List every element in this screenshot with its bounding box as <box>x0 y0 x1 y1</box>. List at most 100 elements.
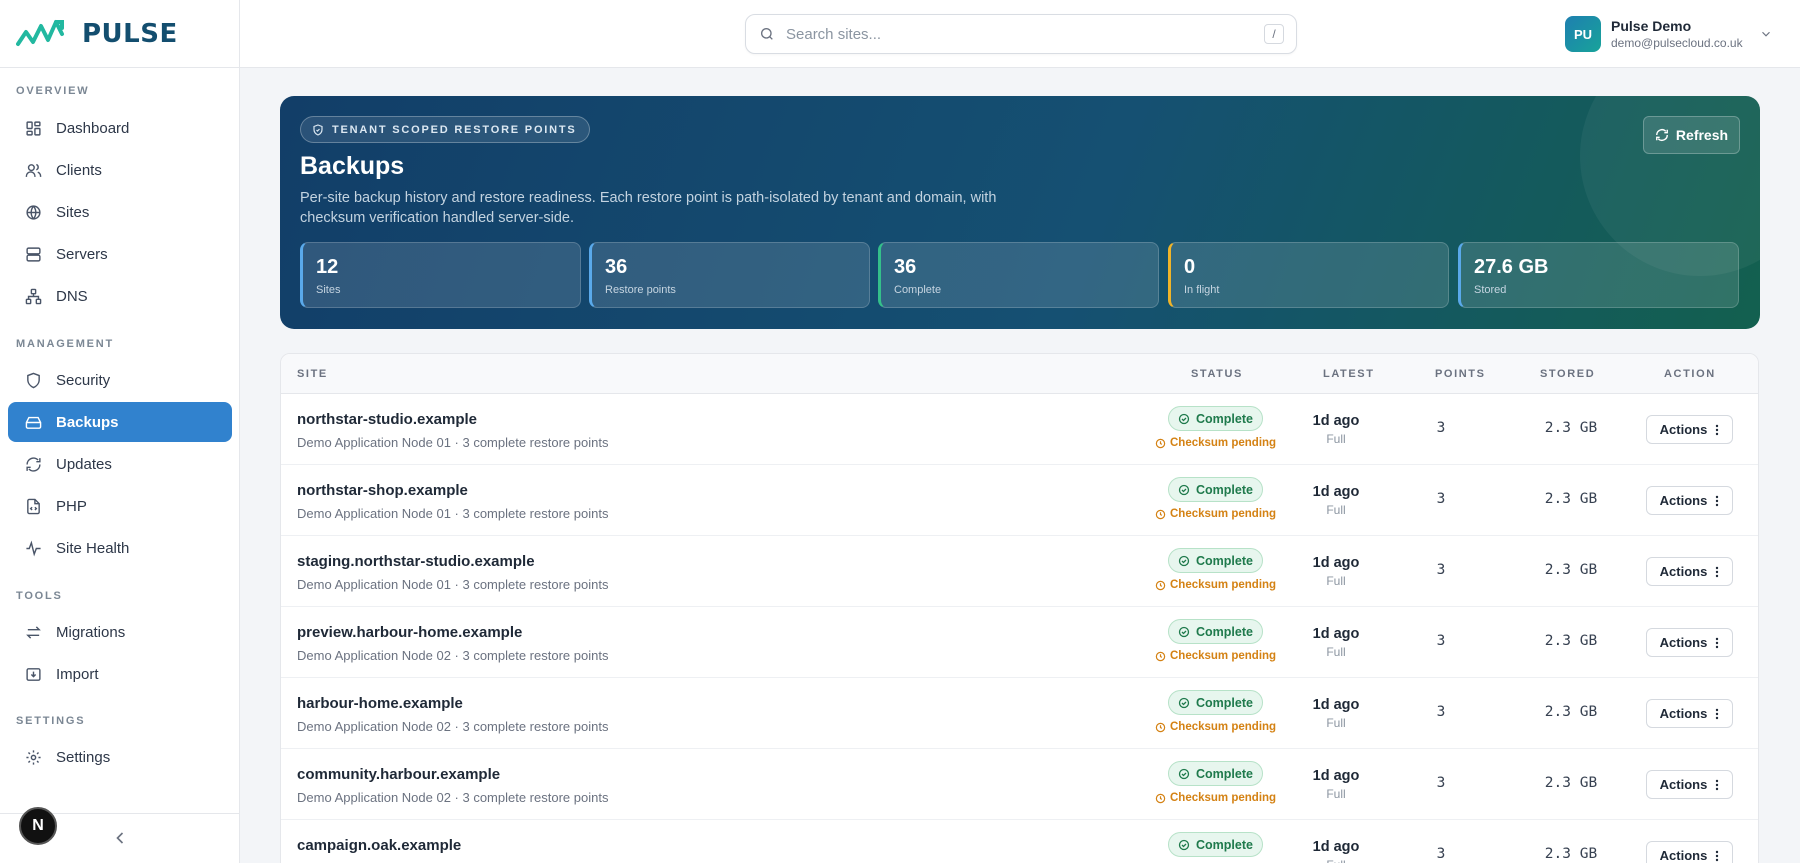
brand-name: PULSE <box>82 18 178 49</box>
table-row[interactable]: staging.northstar-studio.example Demo Ap… <box>281 536 1758 607</box>
nav-management-items: Security Backups Updates PHP Site Health <box>0 360 240 568</box>
stat-card-restore-points: 36 Restore points <box>589 242 870 308</box>
actions-button[interactable]: Actions <box>1646 841 1733 863</box>
actions-button[interactable]: Actions <box>1646 486 1733 515</box>
sidebar-item-label: Sites <box>56 203 90 221</box>
actions-button[interactable]: Actions <box>1646 699 1733 728</box>
points-count: 3 <box>1436 633 1446 649</box>
latest-time: 1d ago <box>1312 555 1360 571</box>
clock-icon <box>1155 509 1166 519</box>
nav-section-settings: SETTINGS <box>0 711 240 731</box>
latest-type: Full <box>1326 645 1346 659</box>
shield-check-icon <box>313 123 323 136</box>
checksum-label: Checksum pending <box>1170 792 1277 804</box>
column-header-stored[interactable]: STORED <box>1540 354 1595 394</box>
site-name[interactable]: community.harbour.example <box>297 766 500 783</box>
sidebar-item-security[interactable]: Security <box>8 360 232 400</box>
search-box[interactable]: / <box>745 14 1297 54</box>
site-name[interactable]: preview.harbour-home.example <box>297 624 522 641</box>
sidebar-item-site-health[interactable]: Site Health <box>8 528 232 568</box>
topbar: / PU Pulse Demo demo@pulsecloud.co.uk <box>240 0 1800 68</box>
site-meta: Demo Application Node 02 · 3 complete re… <box>297 648 609 663</box>
table-row[interactable]: harbour-home.example Demo Application No… <box>281 678 1758 749</box>
shield-icon <box>27 372 40 388</box>
sidebar-item-sites[interactable]: Sites <box>8 192 232 232</box>
nav-settings-items: Settings <box>0 737 240 777</box>
user-menu[interactable]: PU Pulse Demo demo@pulsecloud.co.uk <box>1565 14 1773 54</box>
stored-size: 2.3 GB <box>1544 633 1598 649</box>
table-row[interactable]: community.harbour.example Demo Applicati… <box>281 749 1758 820</box>
latest-backup: 1d ago Full <box>1296 484 1376 517</box>
search-shortcut-hint: / <box>1264 24 1284 44</box>
site-meta: Demo Application Node 02 · 3 complete re… <box>297 719 609 734</box>
stored-size: 2.3 GB <box>1544 775 1598 791</box>
sidebar-item-import[interactable]: Import <box>8 654 232 694</box>
latest-time: 1d ago <box>1312 839 1360 855</box>
site-name[interactable]: northstar-shop.example <box>297 482 468 499</box>
refresh-icon <box>1655 129 1668 141</box>
nav-section-overview: OVERVIEW <box>0 81 240 101</box>
latest-backup: 1d ago Full <box>1296 555 1376 588</box>
checksum-label: Checksum pending <box>1170 650 1277 662</box>
status-label: Complete <box>1196 695 1253 710</box>
site-name[interactable]: harbour-home.example <box>297 695 463 712</box>
site-name[interactable]: northstar-studio.example <box>297 411 477 428</box>
actions-button[interactable]: Actions <box>1646 415 1733 444</box>
check-circle-icon <box>1178 626 1190 637</box>
stat-card-stored: 27.6 GB Stored <box>1458 242 1739 308</box>
nav-section-management: MANAGEMENT <box>0 334 240 354</box>
column-header-latest[interactable]: LATEST <box>1323 354 1375 394</box>
sidebar-item-label: Security <box>56 371 111 389</box>
actions-button[interactable]: Actions <box>1646 770 1733 799</box>
users-icon <box>25 163 42 177</box>
gear-icon <box>26 749 41 765</box>
sidebar-item-backups[interactable]: Backups <box>8 402 232 442</box>
refresh-button[interactable]: Refresh <box>1643 116 1740 154</box>
brand-logo[interactable]: PULSE <box>0 0 239 68</box>
arrows-swap-icon <box>26 625 41 639</box>
latest-backup: 1d ago Full <box>1296 413 1376 446</box>
actions-button[interactable]: Actions <box>1646 628 1733 657</box>
table-row[interactable]: northstar-shop.example Demo Application … <box>281 465 1758 536</box>
table-row[interactable]: northstar-studio.example Demo Applicatio… <box>281 394 1758 465</box>
sidebar-item-dashboard[interactable]: Dashboard <box>8 108 232 148</box>
table-header: SITE STATUS LATEST POINTS STORED ACTION <box>281 354 1758 394</box>
nav-overview-items: Dashboard Clients Sites Servers DNS <box>0 108 240 316</box>
stat-card-sites: 12 Sites <box>300 242 581 308</box>
points-count: 3 <box>1436 704 1446 720</box>
actions-label: Actions <box>1659 564 1708 579</box>
user-info: Pulse Demo demo@pulsecloud.co.uk <box>1611 18 1743 50</box>
status-label: Complete <box>1196 766 1253 781</box>
stat-label: In flight <box>1184 284 1220 296</box>
stored-size: 2.3 GB <box>1544 704 1598 720</box>
collapse-sidebar-chevron-icon[interactable] <box>110 828 130 848</box>
column-header-points[interactable]: POINTS <box>1435 354 1486 394</box>
sidebar-item-php[interactable]: PHP <box>8 486 232 526</box>
table-row[interactable]: campaign.oak.example Demo Application No… <box>281 820 1758 863</box>
column-header-site[interactable]: SITE <box>297 354 328 394</box>
check-circle-icon <box>1178 484 1190 495</box>
sidebar-item-servers[interactable]: Servers <box>8 234 232 274</box>
sidebar-item-clients[interactable]: Clients <box>8 150 232 190</box>
sidebar-item-dns[interactable]: DNS <box>8 276 232 316</box>
site-meta: Demo Application Node 01 · 3 complete re… <box>297 506 609 521</box>
stored-size: 2.3 GB <box>1544 562 1598 578</box>
more-vertical-icon <box>1716 495 1719 506</box>
stored-size: 2.3 GB <box>1544 491 1598 507</box>
site-name[interactable]: staging.northstar-studio.example <box>297 553 535 570</box>
sidebar-item-settings[interactable]: Settings <box>8 737 232 777</box>
more-vertical-icon <box>1716 637 1719 648</box>
stat-value: 36 <box>894 256 917 278</box>
checksum-status: Checksum pending <box>1155 650 1276 662</box>
sidebar-item-migrations[interactable]: Migrations <box>8 612 232 652</box>
site-name[interactable]: campaign.oak.example <box>297 837 461 854</box>
user-name: Pulse Demo <box>1611 18 1692 34</box>
latest-backup: 1d ago Full <box>1296 768 1376 801</box>
search-input[interactable] <box>786 25 1246 43</box>
table-row[interactable]: preview.harbour-home.example Demo Applic… <box>281 607 1758 678</box>
actions-button[interactable]: Actions <box>1646 557 1733 586</box>
sidebar-item-updates[interactable]: Updates <box>8 444 232 484</box>
dev-tools-badge[interactable]: N <box>19 807 57 845</box>
points-count: 3 <box>1436 775 1446 791</box>
column-header-status[interactable]: STATUS <box>1191 354 1243 394</box>
